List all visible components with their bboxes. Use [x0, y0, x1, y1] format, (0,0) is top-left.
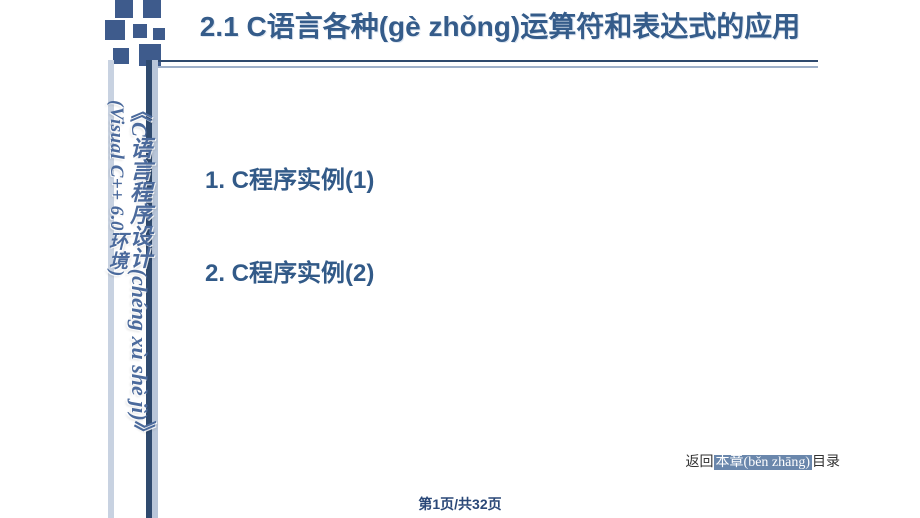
sidebar-book-title: 《C语言程序设计(chéng xù shè jì)》 [128, 100, 151, 500]
footer-suffix: 目录 [812, 455, 840, 470]
slide: 《C语言程序设计(chéng xù shè jì)》 (Visual C++ 6… [0, 0, 920, 518]
footer-prefix: 返回 [686, 455, 714, 470]
sidebar-env-label: (Visual C++ 6.0环境) [106, 100, 126, 380]
return-chapter-link[interactable]: 返回本章(běn zhāng)目录 [686, 451, 840, 471]
page-indicator: 第1页/共32页 [0, 494, 920, 514]
list-item[interactable]: 1. C程序实例(1) [205, 160, 374, 195]
deco-square [113, 48, 129, 64]
deco-square [153, 28, 165, 40]
deco-square [143, 0, 161, 18]
title-underline-dark [158, 60, 818, 62]
list-item[interactable]: 2. C程序实例(2) [205, 253, 374, 288]
deco-square [133, 24, 147, 38]
deco-square [105, 20, 125, 40]
page-indicator-text: 第1页/共32页 [418, 496, 501, 512]
deco-square [115, 0, 133, 18]
title-underline-light [158, 66, 818, 68]
page-title: 2.1 C语言各种(gè zhǒng)运算符和表达式的应用 [180, 8, 820, 46]
content-list: 1. C程序实例(1) 2. C程序实例(2) [205, 160, 374, 346]
left-band: 《C语言程序设计(chéng xù shè jì)》 (Visual C++ 6… [0, 0, 168, 518]
vertical-divider-soft [152, 60, 158, 518]
footer-highlight: 本章(běn zhāng) [714, 455, 812, 470]
